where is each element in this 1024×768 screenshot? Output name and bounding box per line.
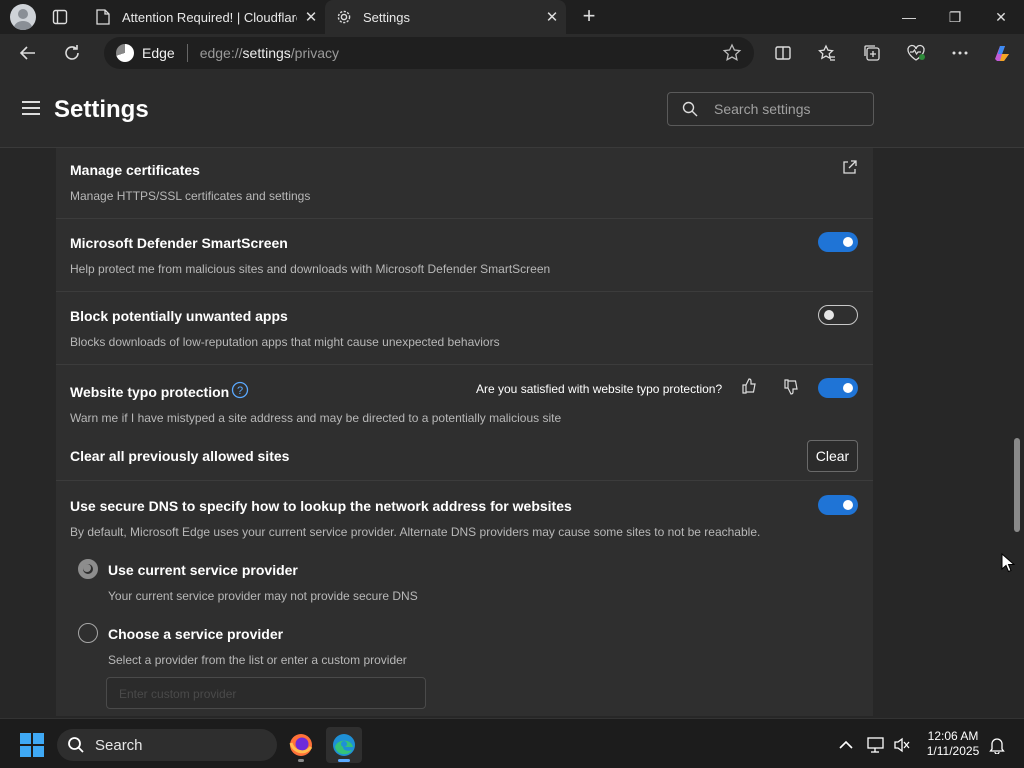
clock-date: 1/11/2025 [926, 744, 980, 758]
row-title: Use secure DNS to specify how to lookup … [70, 498, 572, 514]
provider-placeholder: Enter custom provider [119, 687, 237, 701]
profile-avatar[interactable] [10, 4, 36, 30]
scrollbar-thumb[interactable] [1014, 438, 1020, 532]
radio-choose-provider[interactable] [78, 623, 98, 643]
taskbar: Search 12:06 AM 1/11/2025 [0, 718, 1024, 768]
split-screen-icon[interactable] [768, 38, 798, 68]
manage-certificates-row[interactable]: Manage certificates Manage HTTPS/SSL cer… [56, 148, 873, 219]
taskbar-search-label: Search [95, 736, 143, 754]
mouse-pointer-icon [1001, 552, 1016, 573]
radio-label: Choose a service provider [108, 626, 284, 642]
taskbar-search[interactable]: Search [57, 729, 277, 761]
search-icon [67, 736, 85, 754]
divider [186, 44, 188, 62]
thumbs-up-icon[interactable] [741, 378, 757, 399]
block-pua-toggle[interactable] [818, 305, 858, 325]
copilot-icon[interactable] [987, 38, 1017, 68]
smartscreen-toggle[interactable] [818, 232, 858, 252]
settings-header: Settings [0, 72, 1024, 148]
refresh-icon[interactable] [57, 38, 87, 68]
tab-settings[interactable]: Settings ✕ [325, 0, 566, 34]
tab-title: Attention Required! | Cloudflare [122, 9, 297, 25]
page-title: Settings [54, 96, 149, 123]
browser-essentials-icon[interactable] [901, 38, 931, 68]
clear-button[interactable]: Clear [807, 440, 858, 472]
url-text[interactable]: edge://settings/privacy [200, 45, 339, 61]
firefox-app-icon[interactable] [283, 727, 319, 763]
radio-current-provider[interactable] [78, 559, 98, 579]
gear-icon [335, 8, 353, 26]
row-description: Help protect me from malicious sites and… [70, 262, 551, 276]
radio-label: Use current service provider [108, 562, 298, 578]
feedback-question: Are you satisfied with website typo prot… [476, 382, 723, 396]
row-title: Microsoft Defender SmartScreen [70, 235, 288, 251]
settings-search[interactable] [667, 92, 874, 126]
notification-bell-icon[interactable] [987, 735, 1007, 755]
thumbs-down-icon[interactable] [783, 379, 799, 400]
menu-icon[interactable] [22, 101, 40, 115]
network-icon[interactable] [866, 735, 886, 755]
provider-input[interactable]: Enter custom provider [106, 677, 426, 709]
typo-protection-row: Website typo protection ? Are you satisf… [56, 365, 873, 439]
radio-description: Select a provider from the list or enter… [108, 653, 407, 667]
row-title: Block potentially unwanted apps [70, 308, 288, 324]
new-tab-button[interactable]: + [576, 4, 602, 30]
address-bar[interactable]: Edge edge://settings/privacy [104, 37, 754, 69]
windows-start-icon[interactable] [20, 733, 44, 757]
smartscreen-row: Microsoft Defender SmartScreen Help prot… [56, 219, 873, 292]
favorite-star-icon[interactable] [722, 43, 742, 63]
restore-button[interactable]: ❐ [932, 0, 978, 34]
scrollbar[interactable] [1012, 148, 1024, 716]
collections-icon[interactable] [857, 38, 887, 68]
typo-protection-toggle[interactable] [818, 378, 858, 398]
external-link-icon[interactable] [842, 160, 857, 180]
secure-dns-toggle[interactable] [818, 495, 858, 515]
browser-name: Edge [142, 45, 175, 61]
edge-app-icon[interactable] [326, 727, 362, 763]
help-icon[interactable]: ? [231, 381, 249, 404]
tab-actions-icon[interactable] [48, 6, 72, 28]
volume-muted-icon[interactable] [892, 735, 912, 755]
show-hidden-icons-chevron-icon[interactable] [836, 735, 856, 755]
tab-strip: Attention Required! | Cloudflare ✕ Setti… [0, 0, 1024, 34]
close-window-button[interactable]: ✕ [978, 0, 1024, 34]
row-title: Website typo protection [70, 384, 230, 400]
radio-description: Your current service provider may not pr… [108, 589, 418, 603]
browser-toolbar: Edge edge://settings/privacy [0, 34, 1024, 72]
close-icon[interactable]: ✕ [297, 3, 325, 31]
secure-dns-section: Use secure DNS to specify how to lookup … [56, 481, 873, 716]
back-icon[interactable] [13, 38, 43, 68]
row-title: Manage certificates [70, 162, 200, 178]
block-pua-row: Block potentially unwanted apps Blocks d… [56, 292, 873, 365]
tab-cloudflare[interactable]: Attention Required! | Cloudflare ✕ [84, 0, 325, 34]
row-description: Warn me if I have mistyped a site addres… [70, 411, 562, 425]
favorites-icon[interactable] [812, 38, 842, 68]
page-icon [94, 8, 112, 26]
clock-time: 12:06 AM [927, 729, 979, 743]
edge-logo-icon [116, 44, 134, 62]
svg-text:?: ? [237, 385, 243, 397]
close-icon[interactable]: ✕ [538, 3, 566, 31]
search-input[interactable] [714, 101, 864, 117]
row-description: Manage HTTPS/SSL certificates and settin… [70, 189, 311, 203]
minimize-button[interactable]: — [886, 0, 932, 34]
search-icon [682, 101, 698, 117]
system-clock[interactable]: 12:06 AM 1/11/2025 [920, 729, 986, 759]
clear-allowed-sites-row: Clear all previously allowed sites Clear [56, 439, 873, 481]
more-menu-icon[interactable] [945, 38, 975, 68]
settings-content: Manage certificates Manage HTTPS/SSL cer… [0, 148, 1024, 716]
row-description: By default, Microsoft Edge uses your cur… [70, 525, 761, 539]
tab-title: Settings [363, 9, 410, 25]
row-title: Clear all previously allowed sites [70, 448, 290, 464]
row-description: Blocks downloads of low-reputation apps … [70, 335, 500, 349]
